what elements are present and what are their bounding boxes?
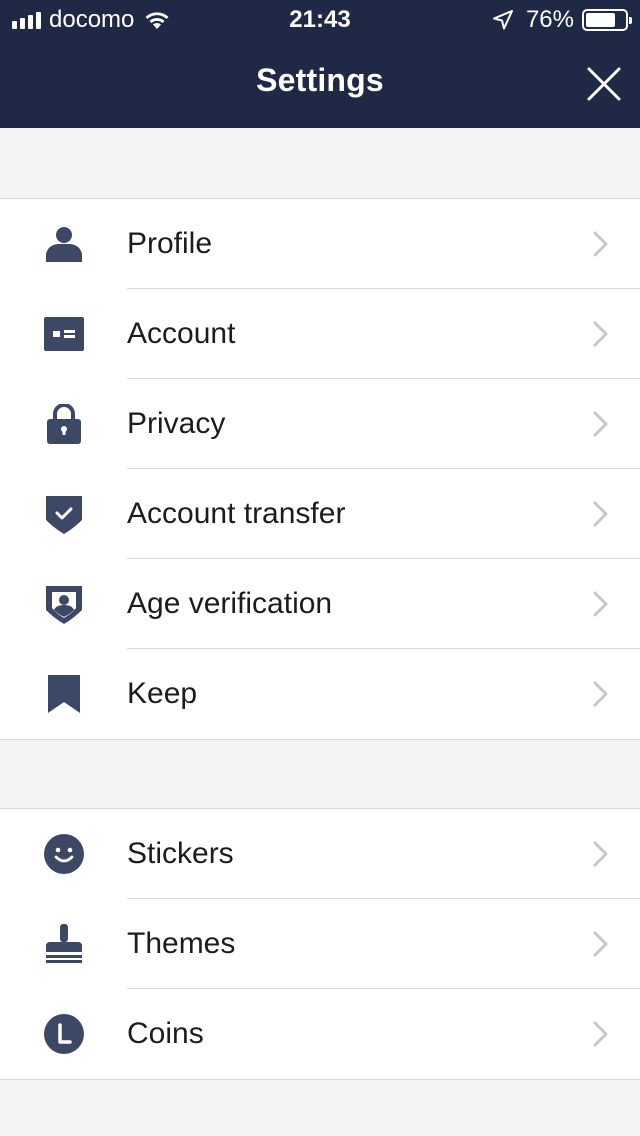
settings-item-label: Stickers bbox=[127, 837, 234, 870]
battery-percent: 76% bbox=[525, 6, 574, 33]
settings-item-privacy[interactable]: Privacy bbox=[0, 379, 640, 469]
person-icon bbox=[46, 227, 82, 262]
settings-group-shop: Stickers Themes Coins bbox=[0, 808, 640, 1080]
chevron-right-icon bbox=[593, 501, 608, 527]
chevron-right-icon bbox=[593, 681, 608, 707]
settings-item-label: Account transfer bbox=[127, 497, 346, 530]
settings-item-coins[interactable]: Coins bbox=[0, 989, 640, 1079]
settings-item-age-verification[interactable]: Age verification bbox=[0, 559, 640, 649]
chevron-right-icon bbox=[593, 1021, 608, 1047]
bookmark-icon bbox=[48, 675, 80, 713]
lock-icon bbox=[47, 404, 81, 444]
chevron-right-icon bbox=[593, 231, 608, 257]
header-bar: docomo 21:43 76% Settings bbox=[0, 0, 640, 128]
id-card-icon bbox=[44, 317, 84, 351]
settings-item-label: Keep bbox=[127, 677, 198, 710]
chevron-right-icon bbox=[593, 591, 608, 617]
settings-item-account[interactable]: Account bbox=[0, 289, 640, 379]
page-title: Settings bbox=[256, 62, 384, 98]
chevron-right-icon bbox=[593, 411, 608, 437]
settings-item-account-transfer[interactable]: Account transfer bbox=[0, 469, 640, 559]
battery-icon bbox=[582, 9, 632, 31]
settings-item-profile[interactable]: Profile bbox=[0, 199, 640, 289]
shield-check-icon bbox=[46, 496, 82, 534]
settings-item-label: Account bbox=[127, 317, 236, 350]
paint-brush-icon bbox=[46, 924, 82, 963]
status-bar: docomo 21:43 76% bbox=[0, 0, 640, 40]
settings-group-account: Profile Account Privacy Account transfer bbox=[0, 198, 640, 740]
settings-item-label: Age verification bbox=[127, 587, 333, 620]
shield-person-icon bbox=[46, 586, 82, 624]
location-arrow-icon bbox=[492, 10, 513, 30]
chevron-right-icon bbox=[593, 321, 608, 347]
smiley-icon bbox=[44, 834, 84, 874]
settings-item-stickers[interactable]: Stickers bbox=[0, 809, 640, 899]
settings-item-label: Profile bbox=[127, 227, 213, 260]
settings-item-label: Coins bbox=[127, 1017, 204, 1050]
settings-item-keep[interactable]: Keep bbox=[0, 649, 640, 739]
chevron-right-icon bbox=[593, 931, 608, 957]
chevron-right-icon bbox=[593, 841, 608, 867]
coin-icon bbox=[44, 1014, 84, 1054]
settings-item-themes[interactable]: Themes bbox=[0, 899, 640, 989]
settings-item-label: Themes bbox=[127, 927, 236, 960]
settings-item-label: Privacy bbox=[127, 407, 226, 440]
close-icon[interactable] bbox=[586, 66, 622, 102]
